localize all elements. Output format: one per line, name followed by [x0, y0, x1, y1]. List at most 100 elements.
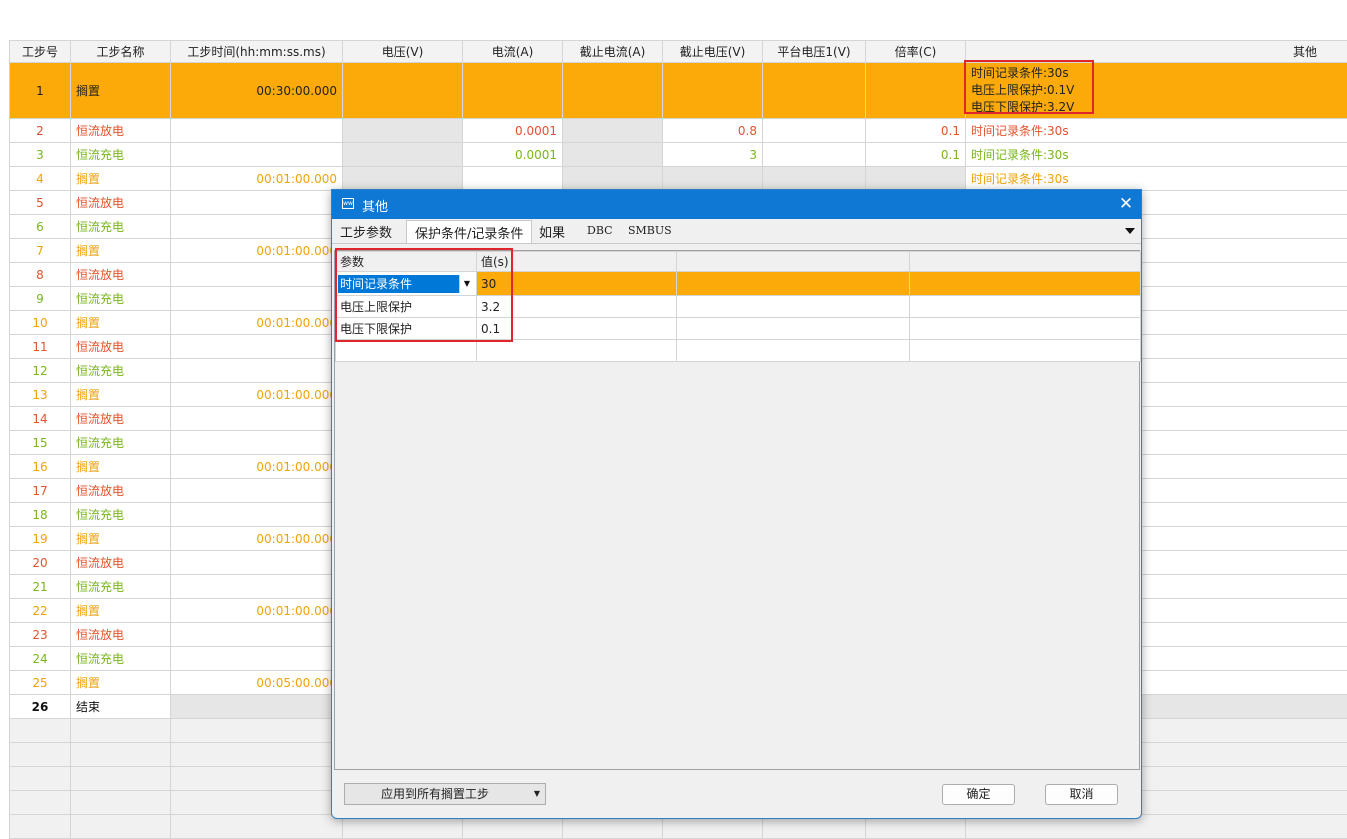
cell-time[interactable] [171, 119, 343, 143]
cell-voltage[interactable] [343, 167, 463, 191]
cell-name[interactable]: 恒流充电 [71, 215, 171, 239]
tab-dbc[interactable]: DBC [587, 224, 613, 237]
cell-no[interactable]: 19 [10, 527, 71, 551]
cell-name[interactable]: 恒流充电 [71, 287, 171, 311]
empty-cell[interactable] [71, 815, 171, 839]
close-icon[interactable]: ✕ [1111, 190, 1141, 219]
table-row[interactable]: 3恒流充电0.000130.1时间记录条件:30s [10, 143, 1347, 167]
cell-no[interactable]: 16 [10, 455, 71, 479]
cell-no[interactable]: 14 [10, 407, 71, 431]
cell-time[interactable]: 00:30:00.000 [171, 63, 343, 119]
cell-time[interactable] [171, 623, 343, 647]
cell-name[interactable]: 搁置 [71, 63, 171, 119]
cell-time[interactable] [171, 335, 343, 359]
cell-no[interactable]: 4 [10, 167, 71, 191]
table-row[interactable]: 4搁置00:01:00.000时间记录条件:30s [10, 167, 1347, 191]
cell-name[interactable]: 恒流放电 [71, 551, 171, 575]
cell-no[interactable]: 12 [10, 359, 71, 383]
cell-cut-current[interactable] [563, 143, 663, 167]
cell-no[interactable]: 21 [10, 575, 71, 599]
cell-name[interactable]: 恒流充电 [71, 431, 171, 455]
column-header[interactable]: 倍率(C) [866, 41, 966, 63]
cell-no[interactable]: 8 [10, 263, 71, 287]
cell-name[interactable]: 搁置 [71, 671, 171, 695]
column-header[interactable]: 平台电压1(V) [763, 41, 866, 63]
cell-no[interactable]: 5 [10, 191, 71, 215]
cell-name[interactable]: 恒流充电 [71, 503, 171, 527]
cell-time[interactable]: 00:01:00.000 [171, 455, 343, 479]
cell-cut-current[interactable] [563, 119, 663, 143]
cell-current[interactable]: 0.0001 [463, 119, 563, 143]
cell-time[interactable]: 00:01:00.000 [171, 599, 343, 623]
cell-time[interactable]: 00:01:00.000 [171, 527, 343, 551]
cell-name[interactable]: 搁置 [71, 239, 171, 263]
cell-time[interactable] [171, 287, 343, 311]
cell-no[interactable]: 10 [10, 311, 71, 335]
cell-plat-voltage[interactable] [763, 63, 866, 119]
column-header[interactable]: 工步名称 [71, 41, 171, 63]
cell-no[interactable]: 23 [10, 623, 71, 647]
cell-time[interactable]: 00:01:00.000 [171, 167, 343, 191]
cell-time[interactable]: 00:01:00.000 [171, 383, 343, 407]
cell-name[interactable]: 恒流放电 [71, 335, 171, 359]
tab-protection-record[interactable]: 保护条件/记录条件 [406, 220, 532, 243]
cell-time[interactable]: 00:01:00.000 [171, 239, 343, 263]
cell-no[interactable]: 24 [10, 647, 71, 671]
cell-time[interactable]: 00:05:00.000 [171, 671, 343, 695]
empty-cell[interactable] [10, 791, 71, 815]
cell-cut-voltage[interactable]: 3 [663, 143, 763, 167]
empty-cell[interactable] [71, 767, 171, 791]
param-row[interactable]: 电压上限保护 3.2 [336, 296, 1141, 318]
cell-no[interactable]: 11 [10, 335, 71, 359]
cell-plat-voltage[interactable] [763, 143, 866, 167]
table-row[interactable]: 2恒流放电0.00010.80.1时间记录条件:30s [10, 119, 1347, 143]
cell-time[interactable] [171, 431, 343, 455]
empty-cell[interactable] [71, 791, 171, 815]
cell-voltage[interactable] [343, 63, 463, 119]
cell-rate[interactable] [866, 167, 966, 191]
cell-name[interactable]: 恒流放电 [71, 623, 171, 647]
table-row[interactable]: 1搁置00:30:00.000时间记录条件:30s电压上限保护:0.1V电压下限… [10, 63, 1347, 119]
param-row[interactable]: 时间记录条件 ▼ 30 [336, 272, 1141, 296]
cell-cut-current[interactable] [563, 167, 663, 191]
param-row-empty[interactable] [336, 340, 1141, 362]
cell-plat-voltage[interactable] [763, 119, 866, 143]
column-header[interactable]: 工步号 [10, 41, 71, 63]
cell-no[interactable]: 3 [10, 143, 71, 167]
dialog-titlebar[interactable]: ww 其他 ✕ [332, 190, 1141, 219]
cell-name[interactable]: 恒流放电 [71, 407, 171, 431]
cell-time[interactable] [171, 647, 343, 671]
cell-time[interactable] [171, 263, 343, 287]
empty-cell[interactable] [10, 767, 71, 791]
param-value[interactable]: 3.2 [477, 296, 677, 318]
tab-smbus[interactable]: SMBUS [628, 224, 672, 237]
column-header[interactable]: 其他 [966, 41, 1347, 63]
cell-other[interactable]: 时间记录条件:30s电压上限保护:0.1V电压下限保护:3.2V [966, 63, 1347, 119]
cell-other[interactable]: 时间记录条件:30s [966, 119, 1347, 143]
cell-no[interactable]: 13 [10, 383, 71, 407]
cell-cut-current[interactable] [563, 63, 663, 119]
tabs-dropdown-icon[interactable] [1125, 228, 1135, 234]
cell-no[interactable]: 20 [10, 551, 71, 575]
cell-name[interactable]: 恒流放电 [71, 479, 171, 503]
param-value[interactable]: 0.1 [477, 318, 677, 340]
cell-plat-voltage[interactable] [763, 167, 866, 191]
cell-name[interactable]: 搁置 [71, 599, 171, 623]
cell-time[interactable] [171, 695, 343, 719]
cell-name[interactable]: 恒流放电 [71, 191, 171, 215]
cell-rate[interactable]: 0.1 [866, 143, 966, 167]
cell-no[interactable]: 22 [10, 599, 71, 623]
cell-name[interactable]: 恒流充电 [71, 143, 171, 167]
param-combo[interactable]: 时间记录条件 ▼ [338, 275, 474, 293]
column-header[interactable]: 截止电流(A) [563, 41, 663, 63]
cell-name[interactable]: 恒流充电 [71, 575, 171, 599]
empty-cell[interactable] [171, 719, 343, 743]
cell-cut-voltage[interactable] [663, 167, 763, 191]
column-header[interactable]: 工步时间(hh:mm:ss.ms) [171, 41, 343, 63]
cell-no[interactable]: 15 [10, 431, 71, 455]
param-name[interactable]: 电压下限保护 [336, 318, 477, 340]
empty-cell[interactable] [10, 719, 71, 743]
cell-current[interactable]: 0.0001 [463, 143, 563, 167]
cell-voltage[interactable] [343, 143, 463, 167]
column-header[interactable]: 截止电压(V) [663, 41, 763, 63]
